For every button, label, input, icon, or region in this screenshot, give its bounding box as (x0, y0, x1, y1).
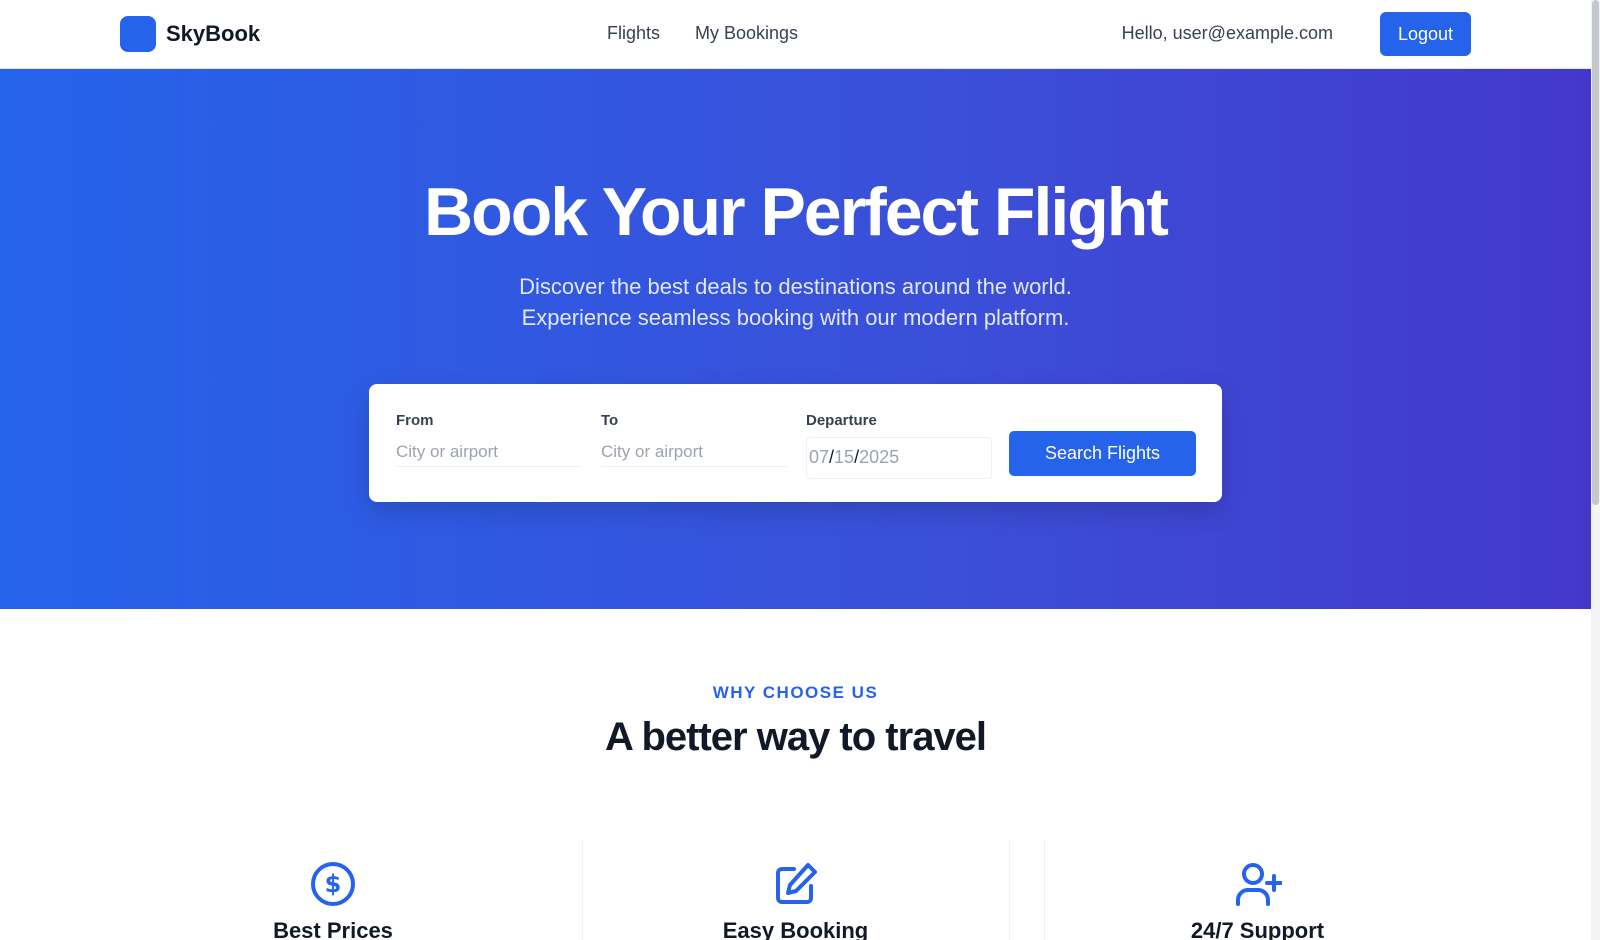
departure-label: Departure (806, 412, 877, 429)
to-input[interactable] (601, 437, 787, 467)
date-day: 15 (834, 447, 855, 467)
feature-title: 24/7 Support (1190, 918, 1325, 940)
feature-divider (1009, 840, 1010, 940)
from-label: From (396, 412, 434, 429)
feature-easy-booking: Easy Booking (582, 840, 1009, 940)
feature-support: 24/7 Support (1044, 840, 1471, 940)
from-input[interactable] (396, 437, 582, 467)
to-label: To (601, 412, 619, 429)
nav-links: Flights My Bookings (607, 23, 798, 44)
scrollbar-thumb[interactable] (1592, 0, 1599, 505)
departure-date-input[interactable]: 07/15/2025 (806, 437, 992, 479)
brand-logo (120, 16, 156, 52)
scrollbar-track[interactable] (1591, 0, 1600, 940)
flight-search-card: From To Departure 07/15/2025 Search Flig… (369, 384, 1222, 502)
section-title: A better way to travel (604, 715, 987, 759)
dollar-icon: $ (311, 862, 355, 906)
search-flights-button[interactable]: Search Flights (1009, 431, 1196, 476)
hero-subtitle-line-2: Experience seamless booking with our mod… (521, 305, 1070, 330)
feature-best-prices: $ Best Prices (120, 840, 546, 940)
feature-title: Best Prices (273, 918, 393, 940)
section-eyebrow: WHY CHOOSE US (712, 683, 879, 702)
hero-section: Book Your Perfect Flight Discover the be… (0, 69, 1591, 609)
to-field: To (601, 412, 787, 467)
hero-subtitle-line-1: Discover the best deals to destinations … (519, 274, 1072, 299)
nav-link-my-bookings[interactable]: My Bookings (695, 23, 798, 44)
from-field: From (396, 412, 582, 467)
navbar: SkyBook Flights My Bookings Hello, user@… (0, 0, 1591, 69)
svg-text:$: $ (325, 870, 342, 898)
hero-subtitle: Discover the best deals to destinations … (0, 271, 1591, 333)
edit-icon (775, 863, 817, 904)
brand[interactable]: SkyBook (120, 16, 260, 52)
user-plus-icon (1235, 863, 1282, 906)
hero-title: Book Your Perfect Flight (424, 174, 1169, 250)
user-greeting: Hello, user@example.com (1121, 23, 1333, 43)
departure-field: Departure 07/15/2025 (806, 412, 992, 479)
date-year: 2025 (859, 447, 900, 467)
brand-name: SkyBook (166, 21, 261, 46)
date-month: 07 (809, 447, 830, 467)
logout-button[interactable]: Logout (1380, 12, 1471, 56)
nav-link-flights[interactable]: Flights (607, 23, 660, 44)
feature-title: Easy Booking (722, 918, 869, 940)
